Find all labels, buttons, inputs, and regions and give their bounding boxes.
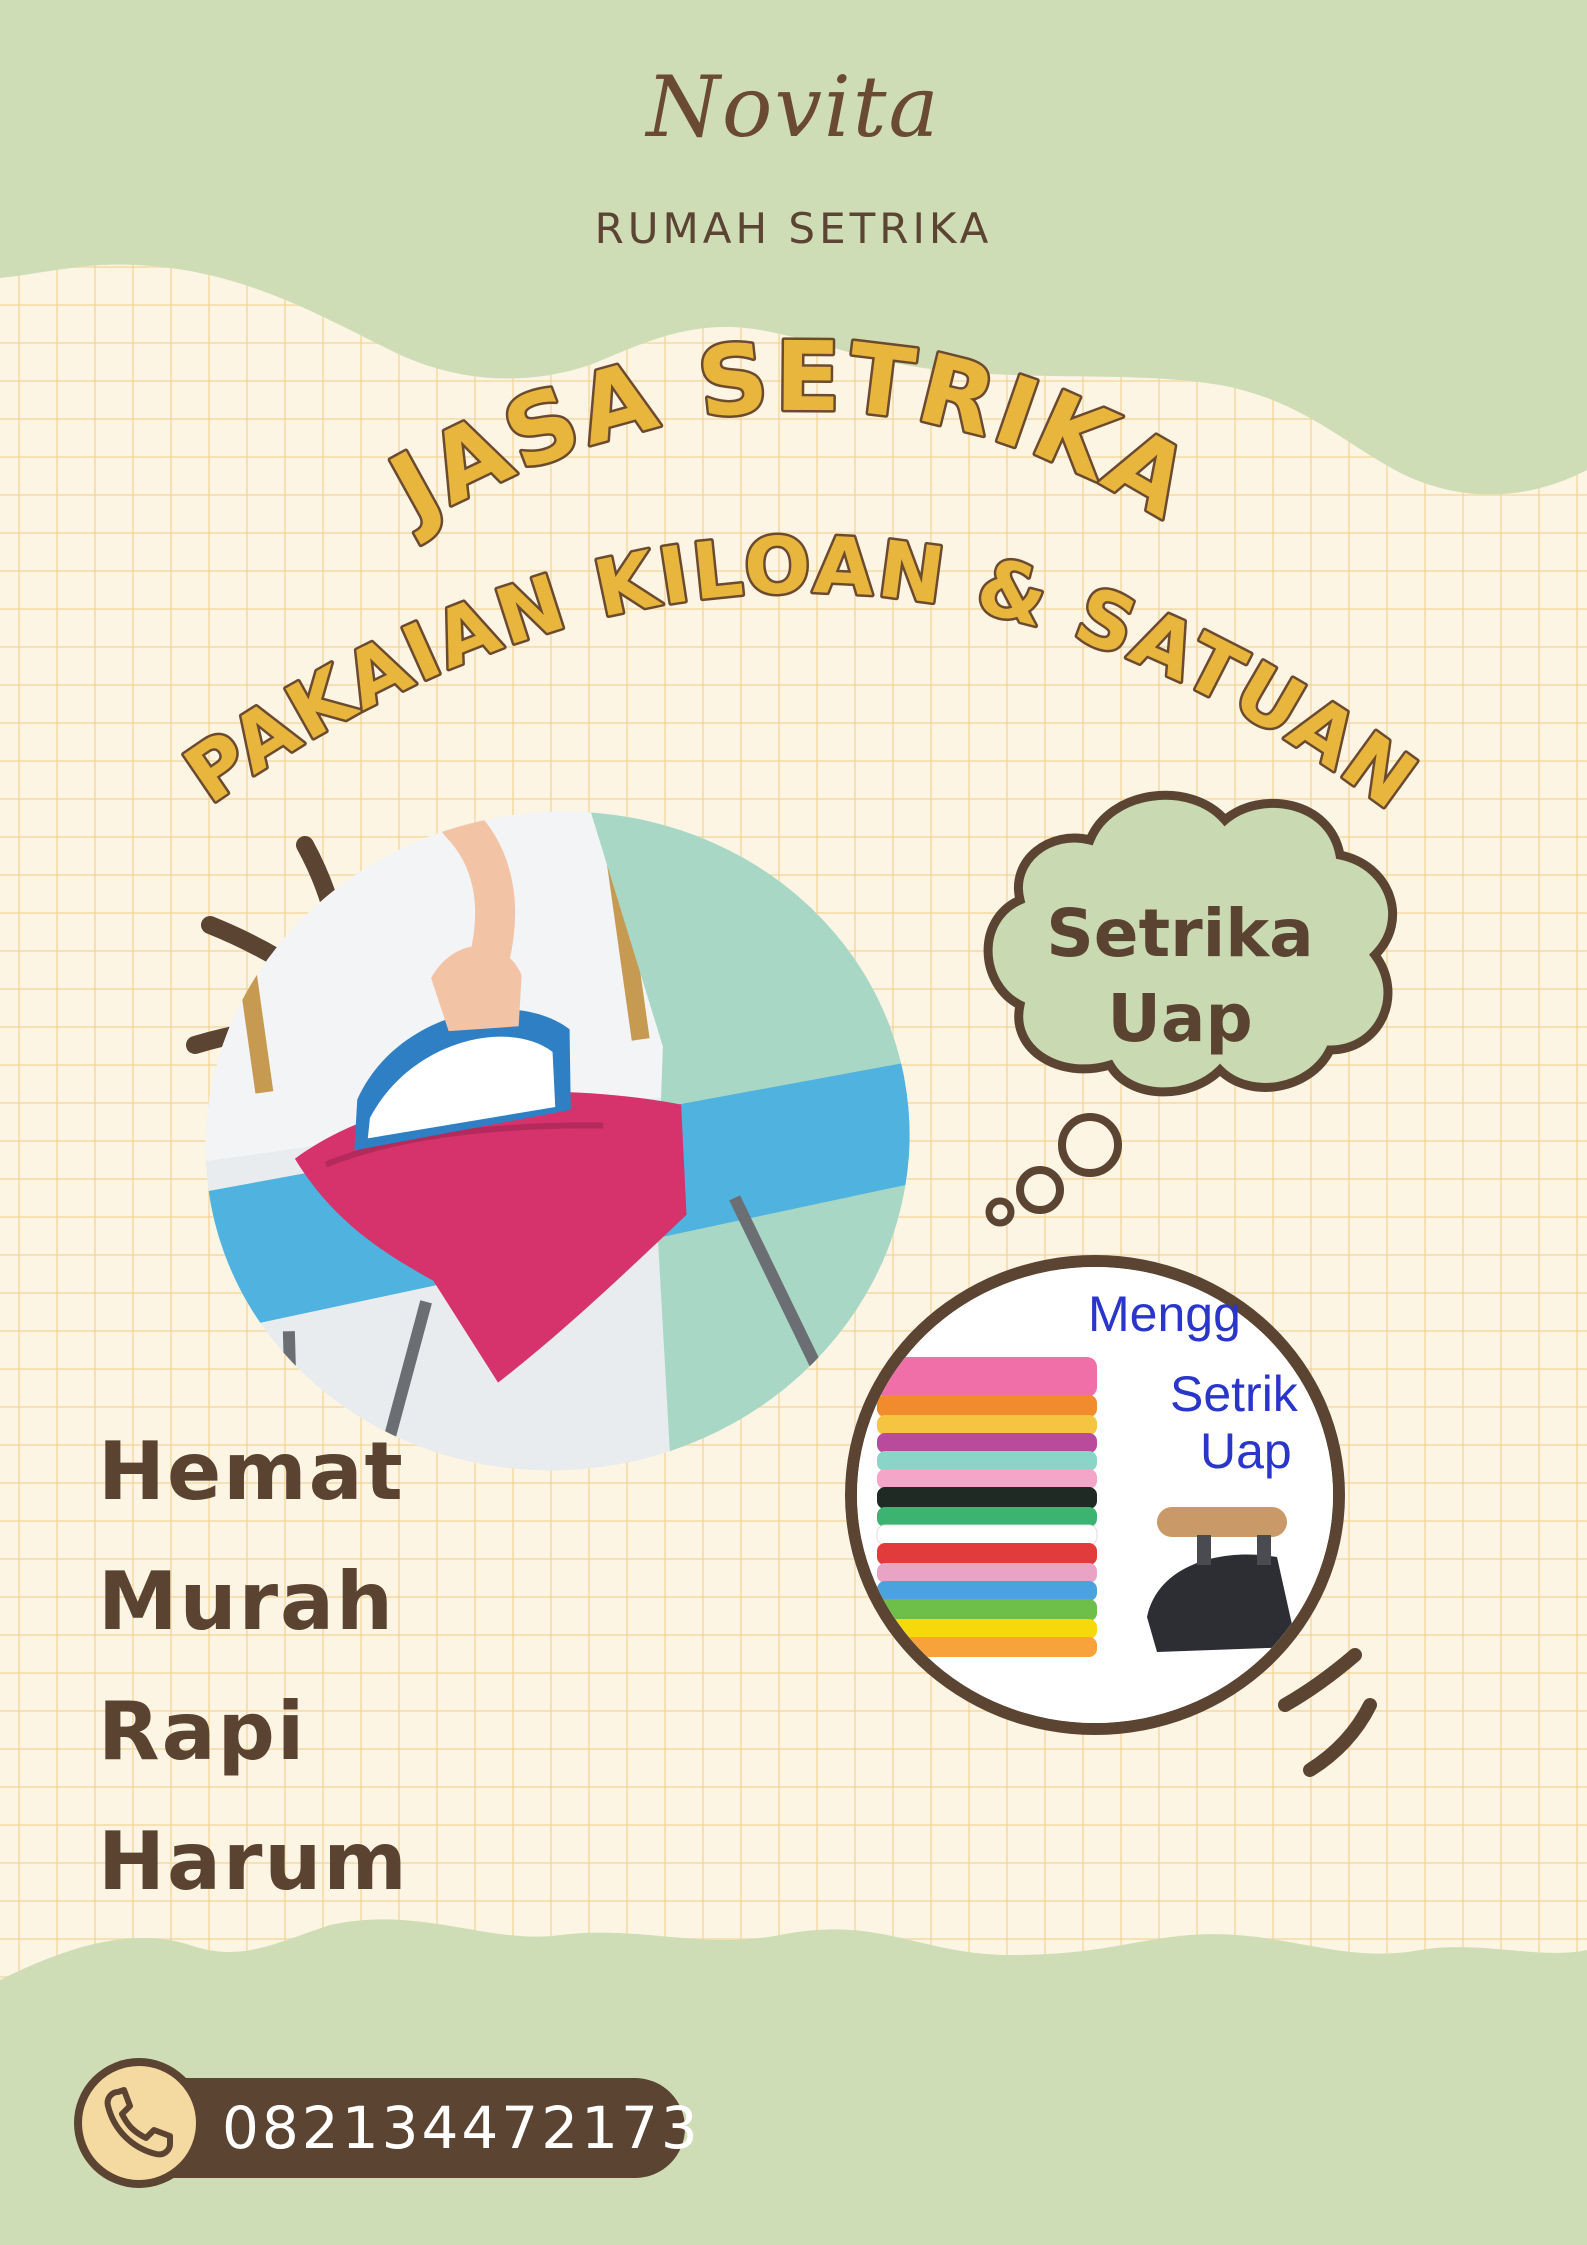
secondary-caption-line3: Uap	[1200, 1423, 1292, 1479]
headline-line1: JASA SETRIKA	[368, 321, 1211, 549]
folded-shirts-stack	[876, 1357, 1098, 1657]
phone-number[interactable]: 082134472173	[222, 2094, 701, 2162]
cloud-text-line2: Uap	[1107, 980, 1253, 1057]
feature-rapi: Rapi	[98, 1685, 307, 1778]
secondary-caption-line1: Mengg	[1088, 1286, 1241, 1342]
antique-iron	[1147, 1507, 1297, 1652]
feature-murah: Murah	[98, 1555, 395, 1648]
feature-hemat: Hemat	[98, 1425, 405, 1518]
headline: JASA SETRIKA PAKAIAN KILOAN & SATUAN	[167, 318, 1433, 831]
secondary-caption-line2: Setrik	[1170, 1366, 1298, 1422]
feature-harum: Harum	[98, 1815, 409, 1908]
poster: Novita RUMAH SETRIKA JASA SETRIKA PAKAIA…	[0, 0, 1587, 2245]
cloud-text-line1: Setrika	[1046, 895, 1314, 972]
phone-icon	[74, 2058, 204, 2188]
